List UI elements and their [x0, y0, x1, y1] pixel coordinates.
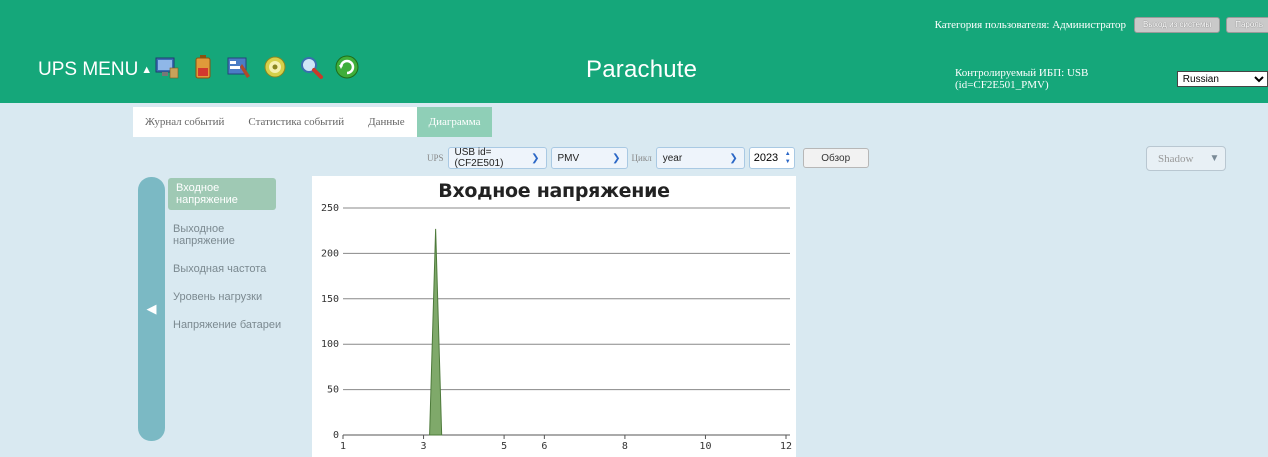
app-header: Категория пользователя: Администратор Вы…	[0, 0, 1268, 103]
parameter-select-value: PMV	[557, 152, 580, 164]
side-menu-item-input-voltage[interactable]: Входное напряжение	[168, 178, 276, 210]
chevron-down-icon: ❯	[531, 152, 540, 164]
search-icon[interactable]	[298, 52, 324, 82]
settings-icon[interactable]	[226, 52, 252, 82]
side-menu-item-load-level[interactable]: Уровень нагрузки	[168, 287, 288, 307]
ups-menu-toggle[interactable]: UPS MENU ▲	[38, 59, 152, 81]
toolbar-icons	[154, 52, 360, 82]
chevron-down-icon: ▼	[1209, 153, 1220, 164]
y-tick-label: 250	[321, 203, 339, 214]
y-tick-label: 0	[333, 430, 339, 441]
x-tick-label: 10	[699, 441, 711, 452]
app-title: Parachute	[586, 56, 698, 83]
tab-data[interactable]: Данные	[356, 107, 416, 137]
language-select[interactable]: Russian	[1176, 71, 1268, 87]
y-tick-label: 100	[321, 339, 339, 350]
tab-bar: Журнал событий Статистика событий Данные…	[133, 107, 493, 137]
chart-svg: 0 50 100 150 200 250 1 3 5 6 8 10 12	[321, 203, 792, 452]
browse-button[interactable]: Обзор	[802, 148, 869, 168]
cycle-select[interactable]: year ❯	[655, 147, 745, 169]
y-tick-label: 200	[321, 248, 339, 259]
cycle-select-value: year	[662, 152, 683, 164]
monitored-ups-control: Контролируемый ИБП: USB (id=CF2E501_PMV)…	[955, 67, 1268, 91]
y-tick-label: 150	[321, 294, 339, 305]
x-tick-label: 12	[780, 441, 792, 452]
x-tick-label: 5	[501, 441, 507, 452]
ups-label: UPS	[427, 153, 444, 163]
logout-button[interactable]: Выход из системы	[1133, 17, 1221, 33]
user-category: Категория пользователя: Администратор	[934, 19, 1126, 31]
year-value: 2023	[753, 152, 779, 164]
tab-diagram[interactable]: Диаграмма	[416, 107, 493, 137]
chevron-down-icon: ❯	[612, 152, 621, 164]
x-tick-label: 1	[340, 441, 346, 452]
side-menu-item-output-frequency[interactable]: Выходная частота	[168, 259, 288, 279]
chevron-down-icon: ❯	[729, 152, 738, 164]
y-tick-label: 50	[327, 385, 339, 396]
year-stepper[interactable]: 2023 ▲ ▼	[748, 147, 795, 169]
user-bar: Категория пользователя: Администратор Вы…	[935, 17, 1268, 33]
arrow-left-icon: ◀	[146, 301, 157, 316]
refresh-icon[interactable]	[334, 52, 360, 82]
password-button[interactable]: Пароль	[1226, 17, 1268, 33]
chart-filters: UPS USB id=(CF2E501) ❯ PMV ❯ Цикл year ❯…	[427, 147, 869, 169]
disk-icon[interactable]	[262, 52, 288, 82]
battery-icon[interactable]	[190, 52, 216, 82]
parameter-select[interactable]: PMV ❯	[550, 147, 628, 169]
tab-event-stats[interactable]: Статистика событий	[236, 107, 356, 137]
side-menu-item-output-voltage[interactable]: Выходное напряжение	[168, 219, 288, 251]
side-menu-item-battery-voltage[interactable]: Напряжение батареи	[168, 315, 288, 335]
monitored-ups-label: Контролируемый ИБП: USB (id=CF2E501_PMV)	[955, 67, 1089, 91]
caret-up-icon: ▲	[141, 64, 153, 76]
side-menu-toggle[interactable]: ◀	[138, 177, 165, 441]
side-menu: Входное напряжение Выходное напряжение В…	[168, 178, 288, 343]
x-tick-label: 6	[541, 441, 547, 452]
shadow-select-value: Shadow	[1158, 152, 1194, 165]
monitor-icon[interactable]	[154, 52, 180, 82]
x-tick-label: 3	[421, 441, 427, 452]
chart-panel: Входное напряжение 0 50 100 150 200 250 1 3 5 6 8 1…	[312, 176, 796, 457]
ups-select-value: USB id=(CF2E501)	[454, 147, 504, 169]
ups-select[interactable]: USB id=(CF2E501) ❯	[447, 147, 547, 169]
shadow-select[interactable]: Shadow ▼	[1146, 146, 1226, 171]
cycle-label: Цикл	[631, 153, 652, 163]
ups-menu-label: UPS MENU	[38, 59, 139, 80]
x-tick-label: 8	[622, 441, 628, 452]
spinner-icon[interactable]: ▲ ▼	[785, 150, 791, 166]
chart-title: Входное напряжение	[438, 180, 670, 202]
tab-event-log[interactable]: Журнал событий	[133, 107, 236, 137]
series-area	[429, 228, 443, 436]
